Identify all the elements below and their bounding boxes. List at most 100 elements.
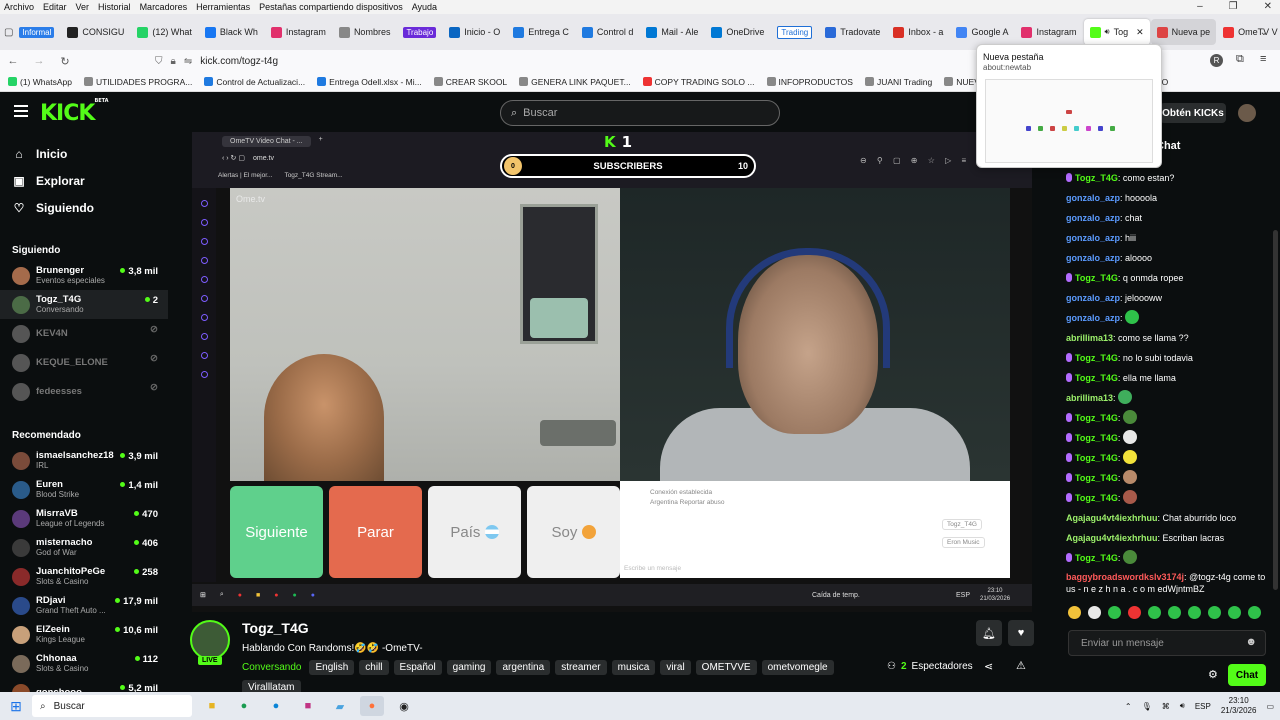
browser-tab[interactable]: Inicio - O [443, 19, 506, 45]
menu-item[interactable]: Ayuda [412, 2, 437, 12]
menu-item[interactable]: Historial [98, 2, 131, 12]
stream-tag[interactable]: gaming [446, 660, 492, 675]
chat-username[interactable]: Togz_T4G [1075, 453, 1118, 463]
stream-tag[interactable]: ometvomegle [761, 660, 834, 675]
chat-username[interactable]: Agajagu4vt4iexhrhuu [1066, 513, 1158, 523]
chat-username[interactable]: Togz_T4G [1075, 173, 1118, 183]
mic-icon[interactable]: 🎙︎ [1142, 702, 1152, 711]
browser-tab[interactable]: Instagram [265, 19, 332, 45]
windows-start-icon[interactable]: ⊞ [0, 698, 32, 715]
tab-group-label[interactable]: Informal [19, 26, 55, 38]
stream-tag[interactable]: argentina [496, 660, 551, 675]
lock-icon[interactable]: 🔒︎ [171, 56, 176, 67]
chat-username[interactable]: abrillima13 [1066, 333, 1113, 343]
chat-send-button[interactable]: Chat [1228, 664, 1266, 686]
browser-tab[interactable]: Trading [771, 19, 818, 45]
chat-emote-icon[interactable] [1122, 490, 1137, 504]
follow-button[interactable]: ♥ [1008, 620, 1034, 646]
menu-item[interactable]: Marcadores [140, 2, 188, 12]
chat-emote-icon[interactable] [1122, 430, 1137, 444]
emote-icon[interactable] [1148, 606, 1161, 619]
windows-search-box[interactable]: ⌕ Buscar [32, 695, 192, 717]
chrome-icon[interactable]: ● [232, 696, 256, 716]
browser-tab[interactable]: Inbox - a [887, 19, 949, 45]
menu-item[interactable]: Ver [76, 2, 90, 12]
menu-icon[interactable]: ≡ [1260, 53, 1266, 65]
menu-item[interactable]: Herramientas [196, 2, 250, 12]
sidebar-channel[interactable]: Brunenger Eventos especiales 3,8 mil [0, 261, 168, 290]
search-input[interactable]: ⌕ Buscar [500, 100, 780, 126]
emoji-picker-icon[interactable]: ☻ [1245, 636, 1257, 648]
browser-tab[interactable]: CONSIGU [61, 19, 130, 45]
bookmark-item[interactable]: INFOPRODUCTOS [766, 77, 853, 87]
emote-icon[interactable] [1068, 606, 1081, 619]
stream-tag[interactable]: OMETVVE [695, 660, 757, 675]
browser-tab[interactable]: Mail - Ale [640, 19, 704, 45]
minimize-icon[interactable]: – [1197, 1, 1203, 12]
notepad-icon[interactable]: ▰ [328, 696, 352, 716]
edge-icon[interactable]: ● [264, 696, 288, 716]
chat-username[interactable]: gonzalo_azp [1066, 253, 1120, 263]
obtain-kicks-button[interactable]: Obtén KICKs [1160, 103, 1226, 123]
sidebar-channel[interactable]: JuanchitoPeGe Slots & Casino 258 [0, 562, 168, 591]
bookmark-item[interactable]: GENERA LINK PAQUET... [519, 77, 631, 87]
browser-tab[interactable]: Control d [576, 19, 640, 45]
stream-category[interactable]: Conversando [242, 660, 301, 675]
chat-emote-icon[interactable] [1125, 310, 1140, 324]
chat-username[interactable]: abrillima13 [1066, 393, 1113, 403]
emote-icon[interactable] [1128, 606, 1141, 619]
browser-tab[interactable]: OmeTV V [1217, 19, 1280, 45]
hamburger-menu-icon[interactable] [14, 105, 28, 117]
reload-button[interactable]: ↻ [52, 55, 78, 68]
emote-icon[interactable] [1088, 606, 1101, 619]
url-text[interactable]: kick.com/togz-t4g [200, 56, 278, 67]
emote-icon[interactable] [1108, 606, 1121, 619]
report-icon[interactable]: ⚠ [1016, 659, 1026, 672]
bookmark-item[interactable]: COPY TRADING SOLO ... [642, 77, 755, 87]
stream-tag[interactable]: chill [359, 660, 389, 675]
streamer-name[interactable]: Togz_T4G [242, 620, 309, 636]
chat-username[interactable]: Togz_T4G [1075, 433, 1118, 443]
notification-bell-button[interactable]: 🔔︎ [976, 620, 1002, 646]
permissions-icon[interactable]: ⇋ [184, 56, 192, 67]
sidebar-channel[interactable]: ElZeein Kings League 10,6 mil [0, 620, 168, 649]
chat-username[interactable]: Agajagu4vt4iexhrhuu [1066, 533, 1158, 543]
chat-username[interactable]: gonzalo_azp [1066, 233, 1120, 243]
browser-tab[interactable]: Trabajo [397, 19, 442, 45]
chat-emote-icon[interactable] [1122, 470, 1137, 484]
sidebar-channel[interactable]: KEV4N ⊘ [0, 319, 168, 348]
emote-icon[interactable] [1208, 606, 1221, 619]
browser-tab[interactable]: Nueva pe [1150, 19, 1217, 45]
emote-icon[interactable] [1248, 606, 1261, 619]
browser-tab[interactable]: 🔊︎ Tog ✕ [1083, 19, 1150, 45]
chat-settings-icon[interactable]: ⚙ [1208, 668, 1218, 681]
instagram-icon[interactable]: ■ [296, 696, 320, 716]
list-tabs-icon[interactable]: ⌄ [1260, 27, 1268, 38]
firefox-icon[interactable]: ● [360, 696, 384, 716]
tab-overview-icon[interactable]: ▢ [4, 27, 13, 38]
bookmark-item[interactable]: (1) WhatsApp [8, 77, 72, 87]
video-player[interactable]: OmeTV Video Chat - ... + ‹ › ↻ ▢ ome.tv Al… [192, 132, 1032, 612]
stream-tag[interactable]: Español [393, 660, 442, 675]
menu-item[interactable]: Pestañas compartiendo dispositivos [259, 2, 403, 12]
chat-username[interactable]: gonzalo_azp [1066, 293, 1120, 303]
speaker-icon[interactable]: 🔊︎ [1105, 27, 1110, 37]
browser-tab[interactable]: Entrega C [507, 19, 575, 45]
file-explorer-icon[interactable]: ■ [200, 696, 224, 716]
chat-username[interactable]: gonzalo_azp [1066, 313, 1120, 323]
clock[interactable]: 23:10 21/3/2026 [1221, 696, 1257, 716]
close-tab-icon[interactable]: ✕ [1136, 27, 1144, 38]
sidebar-channel[interactable]: RDjavi Grand Theft Auto ... 17,9 mil [0, 591, 168, 620]
browser-tab[interactable]: (12) What [131, 19, 198, 45]
volume-icon[interactable]: 🔊︎ [1180, 701, 1185, 711]
bookmark-item[interactable]: CREAR SKOOL [433, 77, 507, 87]
browser-tab[interactable]: Tradovate [819, 19, 886, 45]
notifications-icon[interactable]: ▭ [1266, 702, 1274, 711]
chat-username[interactable]: Togz_T4G [1075, 493, 1118, 503]
account-icon[interactable]: R [1210, 54, 1223, 67]
stream-tag[interactable]: musica [611, 660, 656, 675]
chat-username[interactable]: Togz_T4G [1075, 353, 1118, 363]
sidebar-channel[interactable]: ismaelsanchez18 IRL 3,9 mil [0, 446, 168, 475]
chat-emote-icon[interactable] [1122, 550, 1137, 564]
back-button[interactable]: ← [0, 55, 26, 67]
